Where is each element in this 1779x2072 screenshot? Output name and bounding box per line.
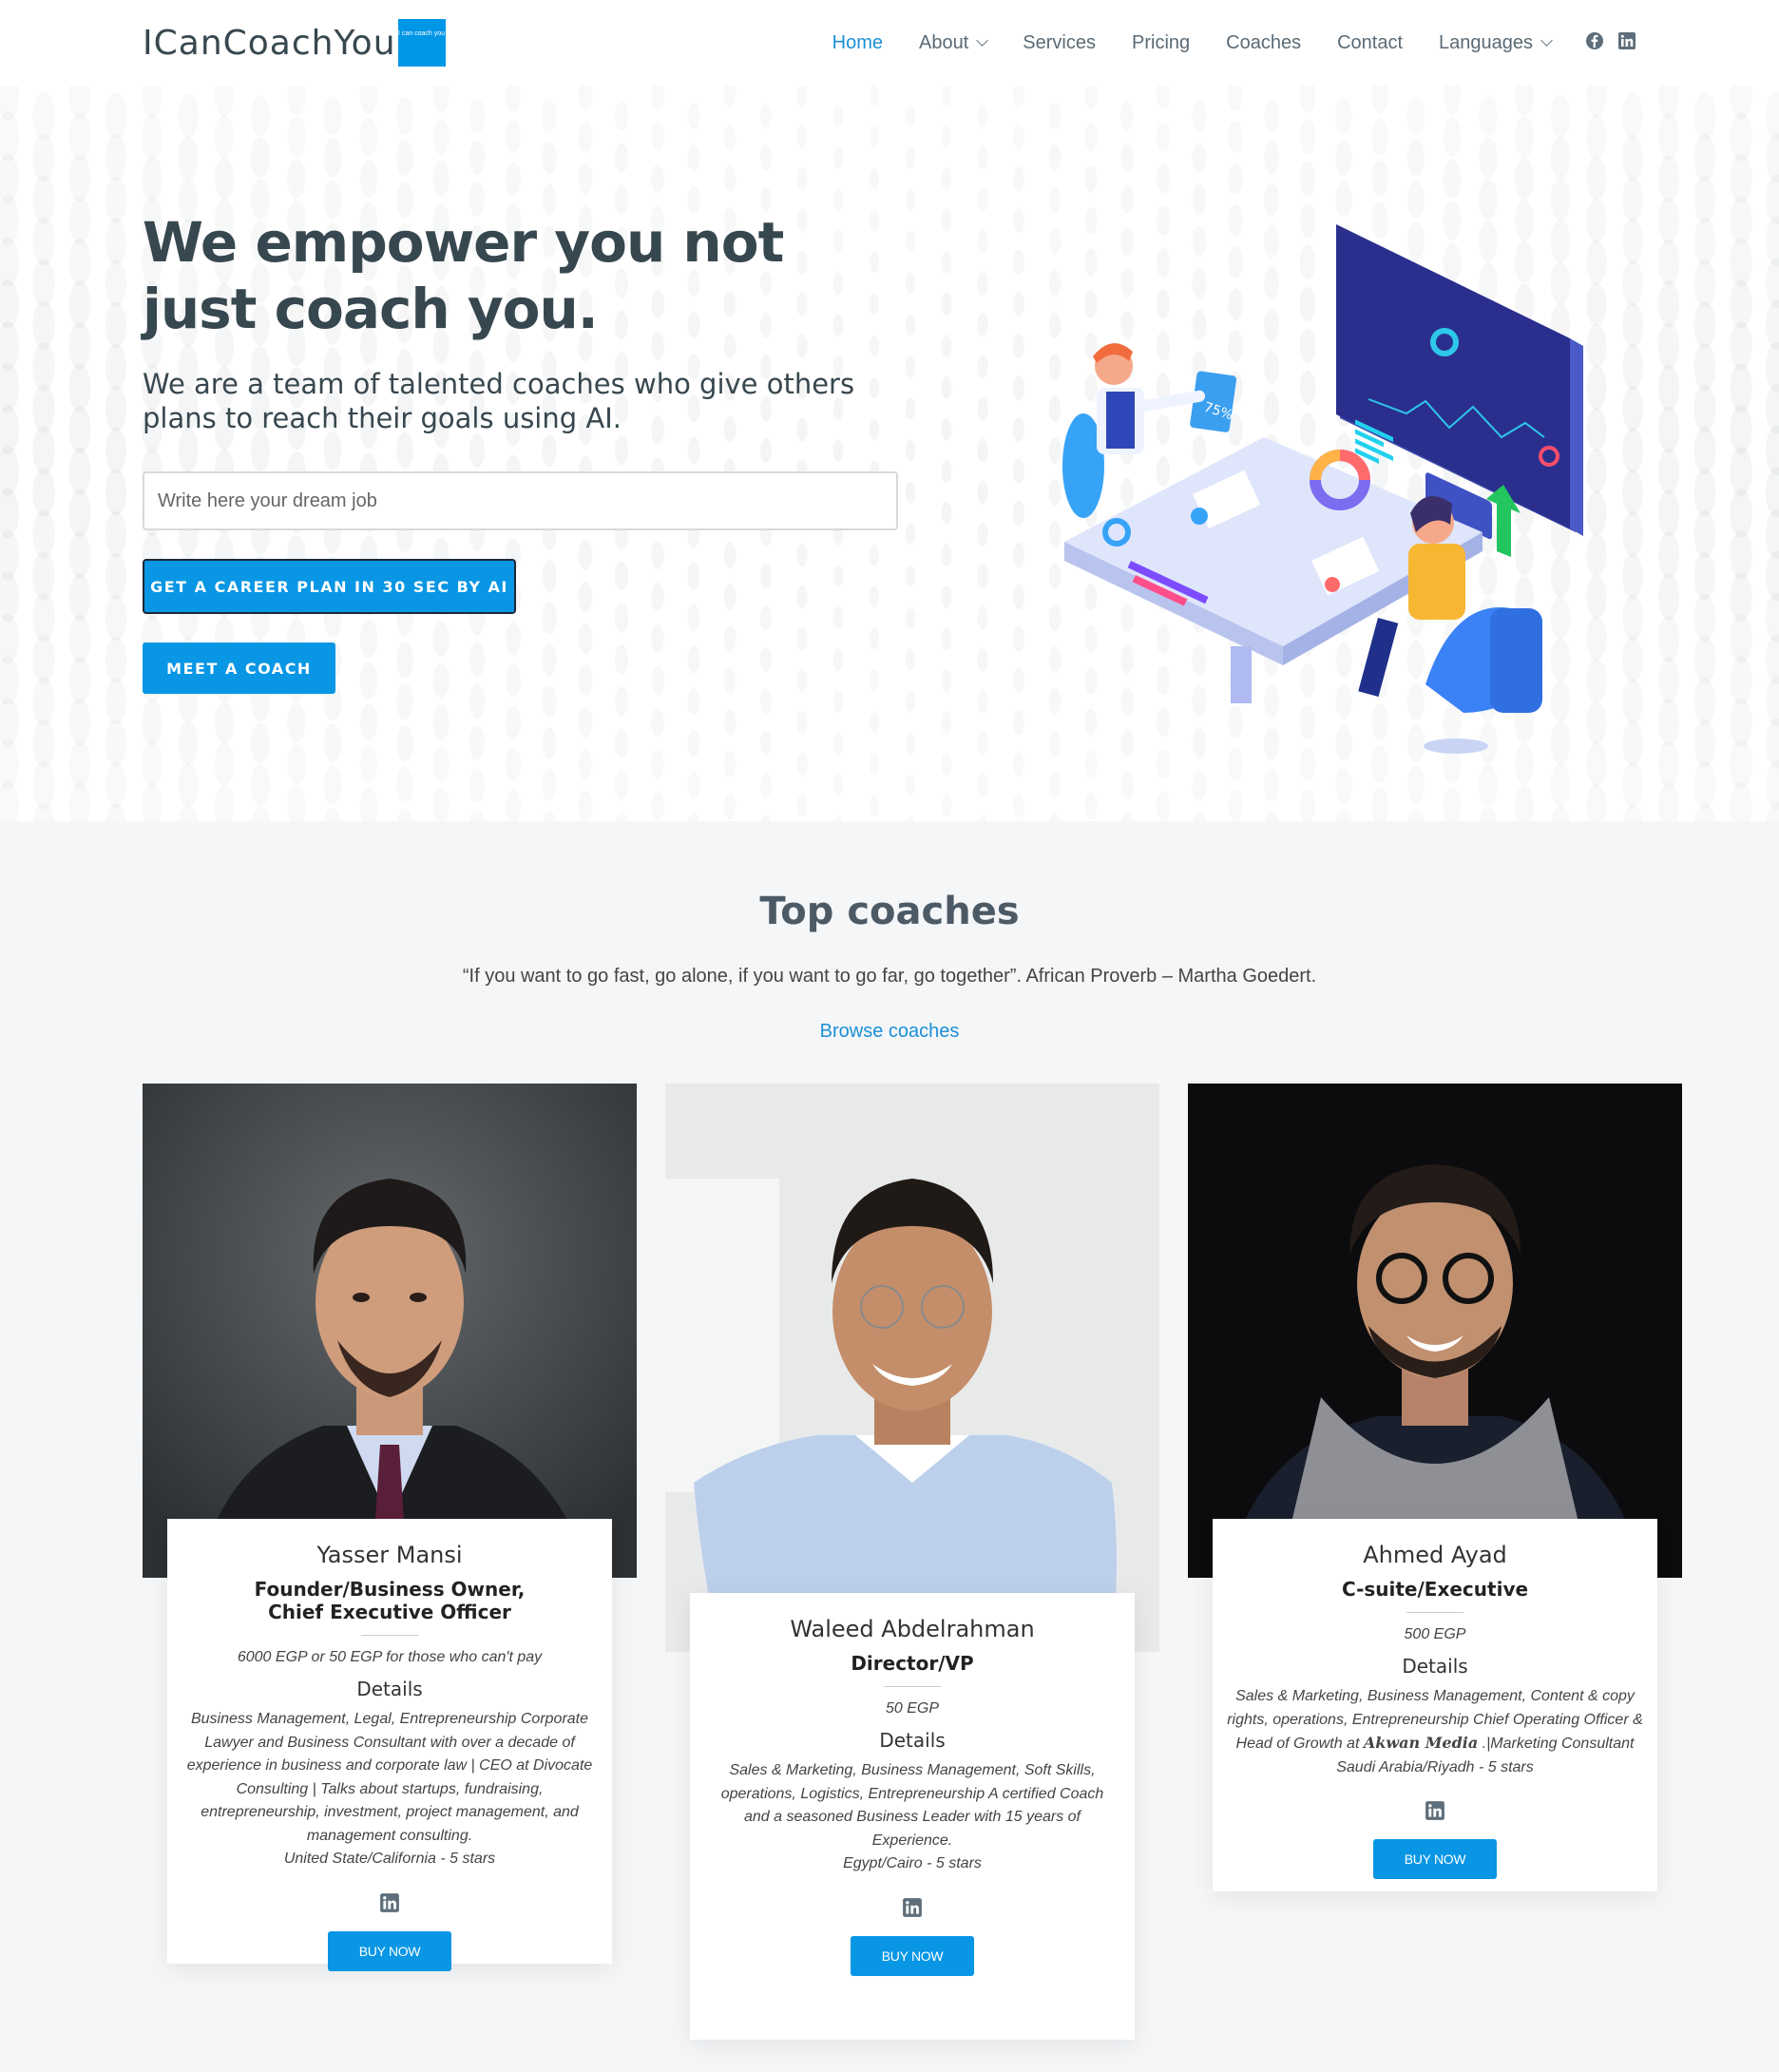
- coach-location: United State/California - 5 stars: [283, 1851, 496, 1867]
- coach-photo: [143, 1084, 637, 1578]
- browse-coaches-link[interactable]: Browse coaches: [0, 1021, 1779, 1043]
- section-title: Top coaches: [759, 890, 1020, 933]
- nav-home-label: Home: [832, 31, 884, 53]
- coach-card: Yasser Mansi Founder/Business Owner, Chi…: [167, 1519, 612, 1971]
- coach-name: Waleed Abdelrahman: [790, 1616, 1035, 1642]
- nav-about-label: About: [919, 31, 969, 53]
- buy-now-button[interactable]: BUY NOW: [1373, 1839, 1497, 1879]
- coach-role: C-suite/Executive: [1341, 1578, 1529, 1601]
- logo[interactable]: ICanCoachYou I can coach you: [143, 19, 446, 67]
- details-heading: Details: [356, 1678, 423, 1700]
- nav-services-label: Services: [1023, 31, 1096, 53]
- divider: [1406, 1612, 1463, 1613]
- career-plan-button[interactable]: GET A CAREER PLAN IN 30 SEC BY AI: [143, 559, 516, 614]
- linkedin-icon[interactable]: [1425, 1800, 1445, 1821]
- main-nav: Home About Services Pricing Coaches Cont…: [832, 0, 1553, 86]
- hero-title: We empower you not just coach you.: [143, 210, 784, 341]
- coach-photo: [1188, 1084, 1682, 1578]
- coach-location: Saudi Arabia/Riyadh - 5 stars: [1336, 1758, 1534, 1775]
- nav-pricing[interactable]: Pricing: [1132, 32, 1190, 54]
- hero-section: We empower you not just coach you. We ar…: [0, 86, 1779, 821]
- dream-job-input[interactable]: [143, 471, 898, 530]
- nav-home[interactable]: Home: [832, 32, 883, 54]
- top-coaches-section: Top coaches “If you want to go fast, go …: [0, 821, 1779, 2072]
- nav-languages[interactable]: Languages: [1439, 31, 1553, 54]
- divider: [884, 1686, 941, 1687]
- logo-badge: I can coach you: [397, 19, 446, 67]
- chevron-down-icon: [1540, 34, 1553, 47]
- coach-name: Ahmed Ayad: [1363, 1542, 1507, 1568]
- coach-card: Ahmed Ayad C-suite/Executive 500 EGP Det…: [1213, 1519, 1657, 1891]
- logo-text: ICanCoachYou: [143, 23, 396, 63]
- coach-photo: [665, 1084, 1159, 1652]
- coach-details: Sales & Marketing, Business Management, …: [720, 1762, 1104, 1849]
- details-heading: Details: [879, 1729, 946, 1752]
- nav-languages-label: Languages: [1439, 31, 1533, 53]
- coach-role: Director/VP: [851, 1652, 974, 1675]
- coach-price: 6000 EGP or 50 EGP for those who can't p…: [237, 1649, 543, 1665]
- chevron-down-icon: [976, 34, 989, 47]
- buy-now-button[interactable]: BUY NOW: [328, 1930, 451, 1971]
- linkedin-icon[interactable]: [1617, 31, 1636, 50]
- coach-details: Business Management, Legal, Entrepreneur…: [186, 1711, 593, 1844]
- divider: [361, 1635, 418, 1636]
- section-quote: “If you want to go fast, go alone, if yo…: [462, 966, 1317, 987]
- coach-role: Founder/Business Owner, Chief Executive …: [254, 1578, 526, 1623]
- details-heading: Details: [1402, 1655, 1468, 1678]
- company-name: Akwan Media: [1363, 1734, 1479, 1752]
- coach-card: Waleed Abdelrahman Director/VP 50 EGP De…: [690, 1593, 1135, 2040]
- linkedin-icon[interactable]: [902, 1897, 923, 1918]
- nav-contact[interactable]: Contact: [1337, 32, 1403, 54]
- nav-pricing-label: Pricing: [1132, 31, 1191, 53]
- site-header: ICanCoachYou I can coach you Home About …: [0, 0, 1779, 86]
- nav-contact-label: Contact: [1337, 31, 1404, 53]
- coach-location: Egypt/Cairo - 5 stars: [843, 1855, 982, 1871]
- coach-price: 50 EGP: [885, 1700, 940, 1717]
- social-links: [1585, 31, 1636, 50]
- nav-services[interactable]: Services: [1023, 32, 1096, 54]
- buy-now-button[interactable]: BUY NOW: [851, 1935, 974, 1976]
- coach-price: 500 EGP: [1404, 1626, 1466, 1642]
- linkedin-icon[interactable]: [379, 1892, 400, 1913]
- nav-about[interactable]: About: [919, 31, 989, 54]
- coaching-illustration: 75%: [1062, 224, 1583, 754]
- nav-coaches[interactable]: Coaches: [1226, 32, 1301, 54]
- hero-subtitle: We are a team of talented coaches who gi…: [143, 368, 855, 434]
- meet-coach-button[interactable]: MEET A COACH: [143, 643, 335, 694]
- coach-name: Yasser Mansi: [316, 1542, 463, 1568]
- nav-coaches-label: Coaches: [1226, 31, 1302, 53]
- facebook-icon[interactable]: [1585, 31, 1604, 50]
- coach-details-suffix: .|Marketing Consultant: [1478, 1736, 1635, 1752]
